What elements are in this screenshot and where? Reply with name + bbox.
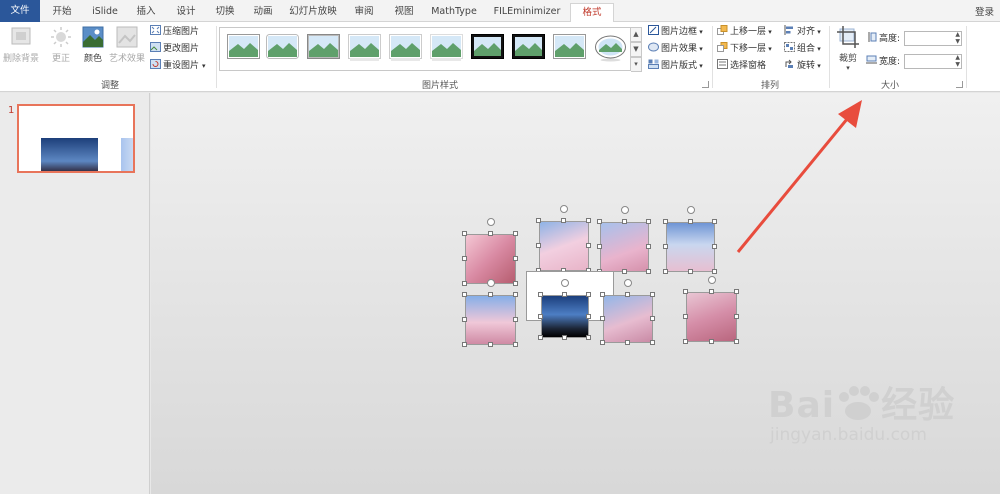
- baidu-watermark: Bai 经验 jingyan.baidu.com: [768, 385, 956, 445]
- paw-logo-icon: [835, 385, 881, 420]
